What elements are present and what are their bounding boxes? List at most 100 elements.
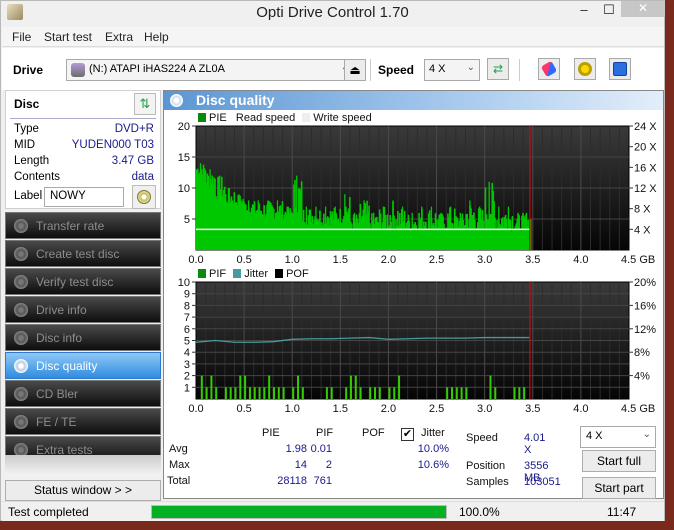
pif-bar <box>349 375 352 399</box>
disc-refresh-button[interactable]: ⇅ <box>134 93 156 115</box>
pie-max-bar <box>401 206 404 250</box>
menu-extra[interactable]: Extra <box>105 30 133 44</box>
pif-bar <box>215 387 218 399</box>
status-window-button[interactable]: Status window > > <box>5 480 161 501</box>
pif-bar <box>378 387 381 399</box>
nav-label: Disc quality <box>36 359 98 373</box>
erase-button[interactable] <box>538 58 560 80</box>
nav-item-cd-bler[interactable]: CD Bler <box>5 380 161 407</box>
nav-label: Disc info <box>36 331 83 345</box>
menu-start-test[interactable]: Start test <box>44 30 92 44</box>
x-tick-label: 4.0 <box>573 403 588 415</box>
nav-item-transfer-rate[interactable]: Transfer rate <box>5 212 161 239</box>
x-tick-label: 1.5 <box>333 403 348 415</box>
pif-bar <box>210 375 213 399</box>
row-key: Length <box>14 155 50 167</box>
pif-bar <box>460 387 463 399</box>
y2-tick-label: 20 X <box>634 142 657 154</box>
minimize-button[interactable]: ‒ <box>571 1 597 21</box>
nav-item-disc-info[interactable]: Disc info <box>5 324 161 351</box>
drive-select[interactable]: (N:) ATAPI iHAS224 A ZL0A ⌄ <box>66 59 354 81</box>
pie-max-bar <box>488 181 490 250</box>
y2-tick-label: 8% <box>634 347 650 359</box>
y2-tick-label: 24 X <box>634 121 657 133</box>
start-part-button[interactable]: Start part <box>582 477 656 499</box>
nav-item-drive-info[interactable]: Drive info <box>5 296 161 323</box>
x-tick-label: 2.5 <box>429 254 444 266</box>
nav-label: Drive info <box>36 303 87 317</box>
status-text: Test completed <box>8 505 89 519</box>
row-value: YUDEN000 T03 <box>71 139 154 151</box>
samples-value: 103051 <box>524 476 561 488</box>
refresh-icon: ⇅ <box>139 96 151 111</box>
pif-bar <box>450 387 453 399</box>
disc-quality-panel: Disc quality PIE Read speed Write speed … <box>163 90 664 499</box>
pif-bar <box>234 387 237 399</box>
pie-max-bar <box>296 175 298 250</box>
pif-bar <box>398 375 401 399</box>
disc-icon <box>14 247 28 261</box>
test-speed-value: 4 X <box>586 430 603 442</box>
pif-bar <box>200 375 203 399</box>
pie-chart: 5 10 15 20 4 X 8 X 12 X 16 X 20 X 24 X 0.0 0.5 1.0 1.… <box>178 121 658 266</box>
x-tick-label: 3.0 <box>477 254 492 266</box>
pie-max-bar <box>199 163 202 250</box>
jitter-checkbox[interactable]: ✔ <box>401 428 414 441</box>
nav-label: Create test disc <box>36 247 120 261</box>
save-icon <box>613 62 627 76</box>
nav-item-disc-quality[interactable]: Disc quality <box>5 352 161 379</box>
eject-button[interactable]: ⏏ <box>344 59 366 81</box>
pie-max-bar <box>450 206 452 250</box>
nav-item-fe-te[interactable]: FE / TE <box>5 408 161 435</box>
start-full-button[interactable]: Start full <box>582 450 656 472</box>
pif-bar <box>277 387 280 399</box>
pie-max-bar <box>334 206 336 250</box>
y-tick-label: 3 <box>184 359 190 371</box>
refresh-button[interactable]: ⇄ <box>487 58 509 80</box>
x-tick-label: 2.5 <box>429 403 444 415</box>
pie-max-bar <box>228 188 231 250</box>
pie-max-bar <box>440 212 442 250</box>
x-tick-label: 3.0 <box>477 403 492 415</box>
disc-row-type: Type DVD+R <box>14 123 156 139</box>
chevron-down-icon: ⌄ <box>642 429 651 440</box>
nav-label: Transfer rate <box>36 219 105 233</box>
menu-help[interactable]: Help <box>144 30 169 44</box>
x-tick-label: 1.0 <box>285 403 300 415</box>
y2-tick-label: 16% <box>634 300 656 312</box>
pif-bar <box>455 387 458 399</box>
speed-select[interactable]: 4 X ⌄ <box>424 59 480 81</box>
pif-bar <box>253 387 256 399</box>
nav-item-verify-test-disc[interactable]: Verify test disc <box>5 268 161 295</box>
maximize-button[interactable]: ☐ <box>596 1 622 21</box>
drive-label: Drive <box>13 63 44 77</box>
progress-percent: 100.0% <box>459 505 500 519</box>
settings-button[interactable] <box>574 58 596 80</box>
y-tick-label: 5 <box>184 336 190 348</box>
disc-icon <box>14 415 28 429</box>
menu-file[interactable]: File <box>12 30 31 44</box>
close-button[interactable]: ✕ <box>621 1 665 17</box>
pif-bar <box>465 387 468 399</box>
disc-icon <box>14 387 28 401</box>
row-value: DVD+R <box>114 123 154 135</box>
speed-value: 4.01 X <box>524 432 546 456</box>
pif-bar <box>272 387 275 399</box>
pie-max-bar <box>373 212 375 250</box>
disc-icon <box>137 190 151 204</box>
test-speed-select[interactable]: 4 X ⌄ <box>580 426 656 448</box>
row-key: MID <box>14 139 36 151</box>
chevron-down-icon: ⌄ <box>466 62 475 73</box>
nav-label: FE / TE <box>36 415 77 429</box>
pie-max-bar <box>286 206 288 250</box>
row-key: Contents <box>14 171 61 183</box>
label-write-button[interactable] <box>132 185 156 209</box>
pie-max-bar <box>247 200 250 250</box>
y-tick-label: 5 <box>184 214 190 226</box>
x-tick-label: 1.5 <box>333 254 348 266</box>
label-input[interactable]: NOWY <box>44 187 124 207</box>
row-key: Type <box>14 123 39 135</box>
save-button[interactable] <box>609 58 631 80</box>
nav-item-create-test-disc[interactable]: Create test disc <box>5 240 161 267</box>
nav-spacer <box>5 455 161 475</box>
